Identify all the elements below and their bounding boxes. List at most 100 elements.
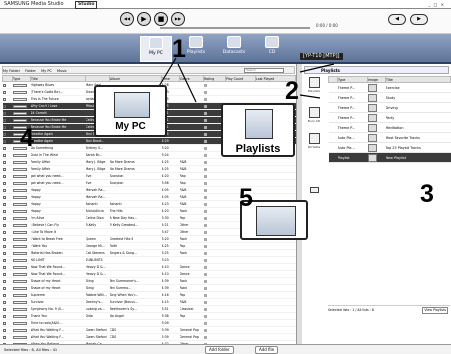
row-checkbox[interactable] bbox=[2, 132, 6, 136]
playlist-row[interactable]: Theme P... Driving bbox=[328, 102, 451, 113]
volume-up-button[interactable]: ▶ bbox=[410, 14, 428, 25]
row-checkbox[interactable] bbox=[2, 160, 6, 164]
rating-icon[interactable] bbox=[203, 258, 207, 262]
playlists-header[interactable]: Playlists bbox=[304, 66, 449, 74]
pl-cell-check[interactable] bbox=[328, 82, 338, 93]
rating-icon[interactable] bbox=[203, 146, 207, 150]
pl-cell-check[interactable] bbox=[328, 92, 338, 103]
nav-datacasts[interactable]: Datacasts bbox=[218, 36, 250, 62]
row-checkbox[interactable] bbox=[2, 272, 6, 276]
row-checkbox[interactable] bbox=[2, 223, 6, 227]
rating-icon[interactable] bbox=[203, 265, 207, 269]
pl-cell-check[interactable] bbox=[328, 132, 338, 143]
table-row[interactable]: What You Waiting F... Gwen Stefani CDS 3:39… bbox=[2, 333, 296, 341]
view-playlists-button[interactable]: View Playlists bbox=[422, 307, 448, 314]
window-controls[interactable]: _ □ × bbox=[428, 0, 445, 9]
row-checkbox[interactable] bbox=[2, 104, 6, 108]
row-checkbox[interactable] bbox=[2, 188, 6, 192]
side-playlists-button[interactable]: Playlists bbox=[304, 76, 324, 98]
pl-cell-check[interactable] bbox=[328, 142, 338, 153]
row-checkbox[interactable] bbox=[2, 139, 6, 143]
table-row[interactable]: Supreme Robbie Willi... Sing When You'r...… bbox=[2, 291, 296, 299]
rating-icon[interactable] bbox=[203, 251, 207, 255]
table-row[interactable]: Family Affair Mary J. Blige No More Drama 4… bbox=[2, 158, 296, 166]
row-checkbox[interactable] bbox=[2, 244, 6, 248]
prev-button[interactable]: ◀◀ bbox=[120, 12, 134, 26]
rating-icon[interactable] bbox=[203, 167, 207, 171]
rating-icon[interactable] bbox=[203, 195, 207, 199]
pl-cell-check[interactable] bbox=[328, 122, 338, 133]
rating-icon[interactable] bbox=[203, 272, 207, 276]
toolbar-folder[interactable]: Folder bbox=[25, 69, 36, 73]
row-checkbox[interactable] bbox=[2, 90, 6, 94]
play-button[interactable]: ▶ bbox=[137, 12, 151, 26]
row-checkbox[interactable] bbox=[2, 118, 6, 122]
row-checkbox[interactable] bbox=[2, 195, 6, 199]
table-row[interactable]: Now That We Found... Heavy D &... 4:10 Danc… bbox=[2, 263, 296, 271]
row-checkbox[interactable] bbox=[2, 321, 6, 325]
add-file-button[interactable]: Add file bbox=[255, 346, 279, 354]
table-row[interactable]: Shape of my Heart Sting Ten Summo... 4:39 Ro… bbox=[2, 284, 296, 292]
rating-icon[interactable] bbox=[203, 153, 207, 157]
row-checkbox[interactable] bbox=[2, 251, 6, 255]
volume-down-button[interactable]: ◀ bbox=[388, 14, 406, 25]
toolbar-music[interactable]: Music bbox=[57, 69, 67, 73]
table-row[interactable]: Survivor Destiny's... Survivor (Bonus... 4:… bbox=[2, 298, 296, 306]
rating-icon[interactable] bbox=[203, 202, 207, 206]
rating-icon[interactable] bbox=[203, 321, 207, 325]
rating-icon[interactable] bbox=[203, 90, 207, 94]
row-checkbox[interactable] bbox=[2, 286, 6, 290]
playlist-row[interactable]: Playlist New Playlist bbox=[328, 152, 451, 163]
toolbar-my-folder[interactable]: My Folder bbox=[3, 69, 20, 73]
row-checkbox[interactable] bbox=[2, 300, 6, 304]
side-burn-cd-button[interactable]: Burn CD bbox=[304, 106, 324, 128]
rating-icon[interactable] bbox=[203, 237, 207, 241]
rating-icon[interactable] bbox=[203, 216, 207, 220]
rating-icon[interactable] bbox=[203, 139, 207, 143]
rating-icon[interactable] bbox=[203, 244, 207, 248]
table-row[interactable]: NO LIMIT 2UNLIMITS 3:23 bbox=[2, 256, 296, 264]
row-checkbox[interactable] bbox=[2, 279, 6, 283]
table-row[interactable]: Family Affair Mary J. Blige No More Drama 4… bbox=[2, 165, 296, 173]
table-row[interactable]: Thank You Dido No Angel 3:38 Pop bbox=[2, 312, 296, 320]
row-checkbox[interactable] bbox=[2, 328, 6, 332]
rating-icon[interactable] bbox=[203, 160, 207, 164]
add-folder-button[interactable]: Add folder bbox=[205, 346, 234, 354]
next-button[interactable]: ▶▶ bbox=[171, 12, 185, 26]
stop-button[interactable]: ■ bbox=[154, 12, 168, 26]
table-row[interactable]: Shape of my Heart Sting Ten Summoner's... 4… bbox=[2, 277, 296, 285]
toolbar-my-pc[interactable]: My PC bbox=[41, 69, 52, 73]
row-checkbox[interactable] bbox=[2, 216, 6, 220]
row-checkbox[interactable] bbox=[2, 258, 6, 262]
rating-icon[interactable] bbox=[203, 209, 207, 213]
rating-icon[interactable] bbox=[203, 286, 207, 290]
transfer-button[interactable] bbox=[304, 186, 324, 198]
pl-cell-check[interactable] bbox=[328, 152, 338, 163]
playlist-row[interactable]: Theme P... Study bbox=[328, 92, 451, 103]
side-portable-button[interactable]: Portable bbox=[304, 132, 324, 154]
rating-icon[interactable] bbox=[203, 97, 207, 101]
row-checkbox[interactable] bbox=[2, 125, 6, 129]
row-checkbox[interactable] bbox=[2, 153, 6, 157]
row-checkbox[interactable] bbox=[2, 335, 6, 339]
row-checkbox[interactable] bbox=[2, 167, 6, 171]
table-row[interactable]: got what you need... Eve Scorpion 4:20 Rap bbox=[2, 172, 296, 180]
pl-cell-check[interactable] bbox=[328, 102, 338, 113]
rating-icon[interactable] bbox=[203, 83, 207, 87]
row-checkbox[interactable] bbox=[2, 237, 6, 241]
rating-icon[interactable] bbox=[203, 188, 207, 192]
search-input[interactable] bbox=[244, 68, 284, 73]
pl-cell-check[interactable] bbox=[328, 112, 338, 123]
rating-icon[interactable] bbox=[203, 174, 207, 178]
table-row[interactable]: Material Has Broken Cat Stevens Singers & … bbox=[2, 249, 296, 257]
table-row[interactable]: What You Waiting F... Gwen Stefani CDS 3:39… bbox=[2, 326, 296, 334]
row-checkbox[interactable] bbox=[2, 97, 6, 101]
seek-slider[interactable] bbox=[160, 27, 310, 29]
playlist-row[interactable]: Auto Pla... Most Favorite Tracks bbox=[328, 132, 451, 143]
rating-icon[interactable] bbox=[203, 104, 207, 108]
row-checkbox[interactable] bbox=[2, 111, 6, 115]
table-row[interactable]: I Want You George Mi... Faith 4:25 Pop bbox=[2, 242, 296, 250]
playlist-row[interactable]: Theme P... Party bbox=[328, 112, 451, 123]
rating-icon[interactable] bbox=[203, 223, 207, 227]
rating-icon[interactable] bbox=[203, 125, 207, 129]
